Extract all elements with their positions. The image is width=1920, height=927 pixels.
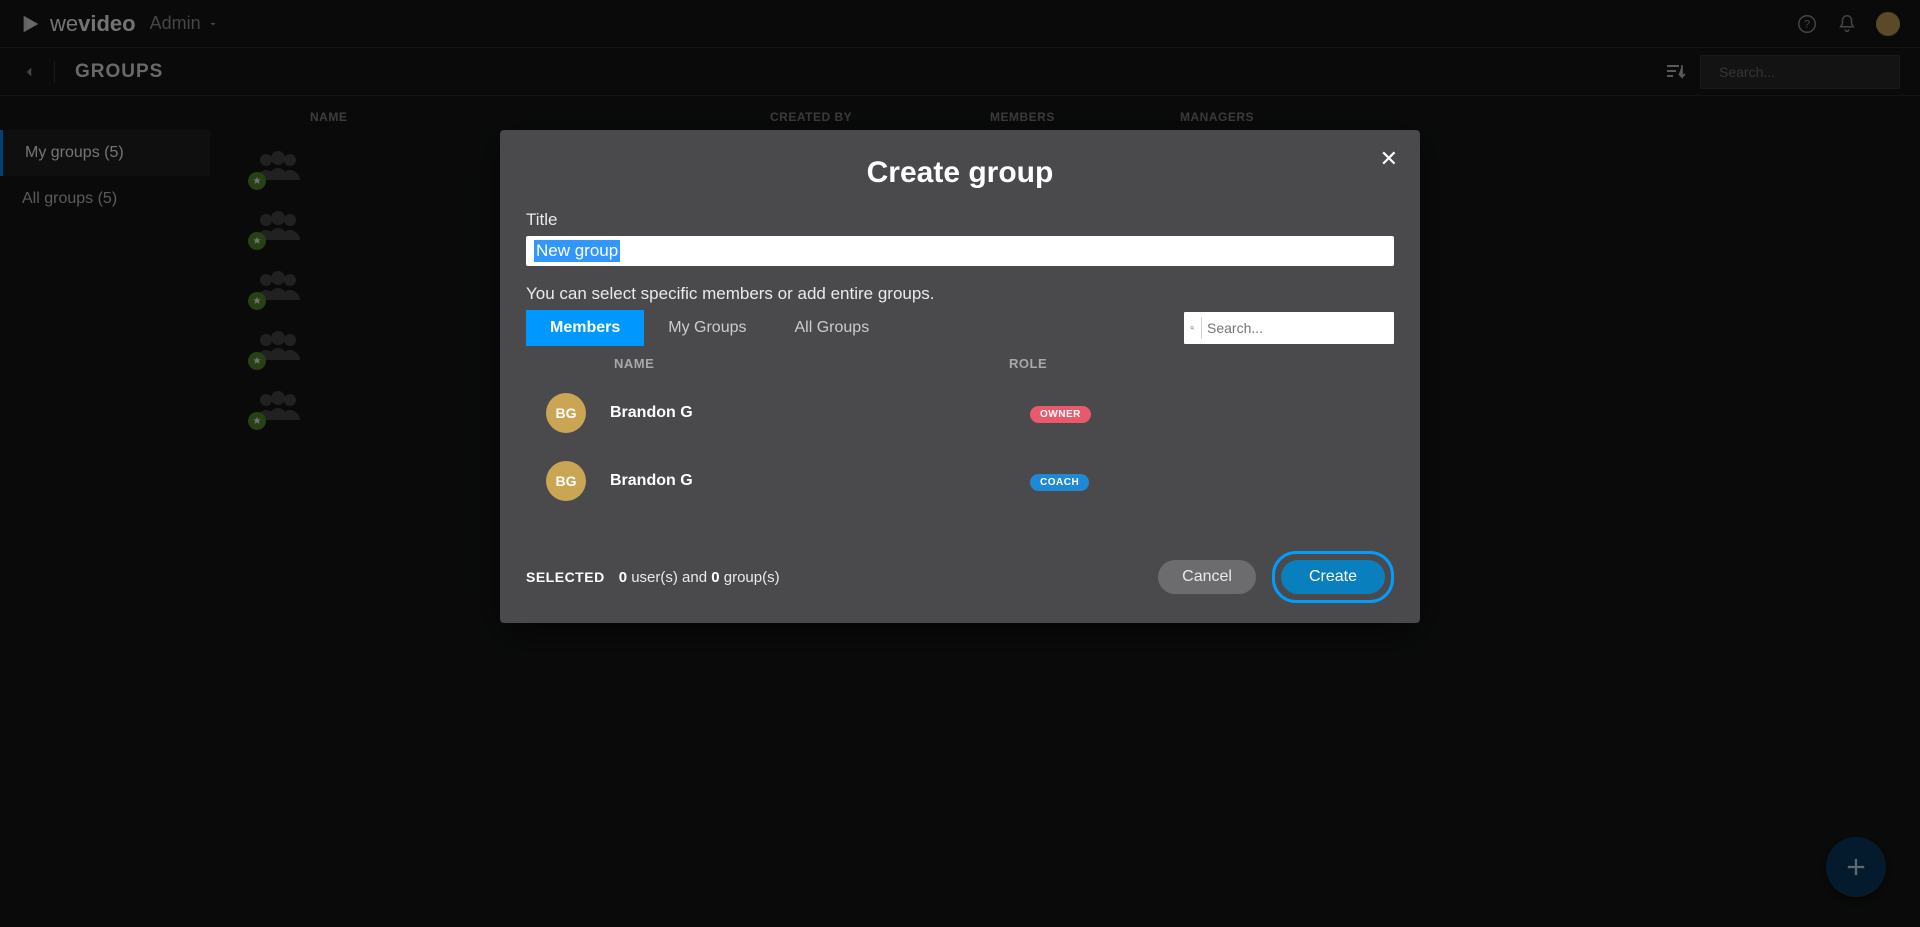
button-label: Create: [1309, 568, 1357, 585]
tab-label: My Groups: [668, 319, 746, 336]
create-button[interactable]: Create: [1281, 560, 1385, 594]
modal-title: Create group: [526, 156, 1394, 190]
selected-label: SELECTED: [526, 569, 605, 585]
create-group-modal: ✕ Create group Title New group You can s…: [500, 130, 1420, 623]
role-badge: OWNER: [1030, 406, 1091, 423]
cancel-button[interactable]: Cancel: [1158, 560, 1256, 594]
role-badge: COACH: [1030, 474, 1089, 491]
member-name: Brandon G: [610, 404, 1030, 422]
button-label: Cancel: [1182, 568, 1232, 585]
tab-label: Members: [550, 319, 620, 336]
tab-members[interactable]: Members: [526, 310, 644, 346]
close-button[interactable]: ✕: [1380, 148, 1398, 170]
member-search-input[interactable]: [1207, 320, 1388, 336]
member-search[interactable]: [1184, 312, 1394, 344]
title-input-value: New group: [534, 240, 620, 262]
tab-all-groups[interactable]: All Groups: [771, 310, 894, 346]
members-table-header: NAME ROLE: [526, 346, 1394, 379]
member-source-tabs: Members My Groups All Groups: [526, 310, 893, 346]
selected-summary: 0 user(s) and 0 group(s): [619, 569, 780, 586]
mh-role: ROLE: [1009, 356, 1394, 371]
title-input[interactable]: New group: [526, 236, 1394, 266]
member-row[interactable]: BG Brandon G OWNER: [526, 379, 1394, 447]
tab-label: All Groups: [795, 319, 870, 336]
title-label: Title: [526, 210, 1394, 230]
mh-name: NAME: [614, 356, 1009, 371]
create-button-highlight: Create: [1272, 551, 1394, 603]
member-avatar: BG: [546, 393, 586, 433]
modal-overlay: ✕ Create group Title New group You can s…: [0, 0, 1920, 927]
members-hint: You can select specific members or add e…: [526, 284, 1394, 304]
member-row[interactable]: BG Brandon G COACH: [526, 447, 1394, 515]
modal-footer: SELECTED 0 user(s) and 0 group(s) Cancel…: [526, 543, 1394, 603]
member-name: Brandon G: [610, 472, 1030, 490]
search-icon: [1190, 318, 1195, 338]
member-avatar: BG: [546, 461, 586, 501]
tab-my-groups[interactable]: My Groups: [644, 310, 770, 346]
